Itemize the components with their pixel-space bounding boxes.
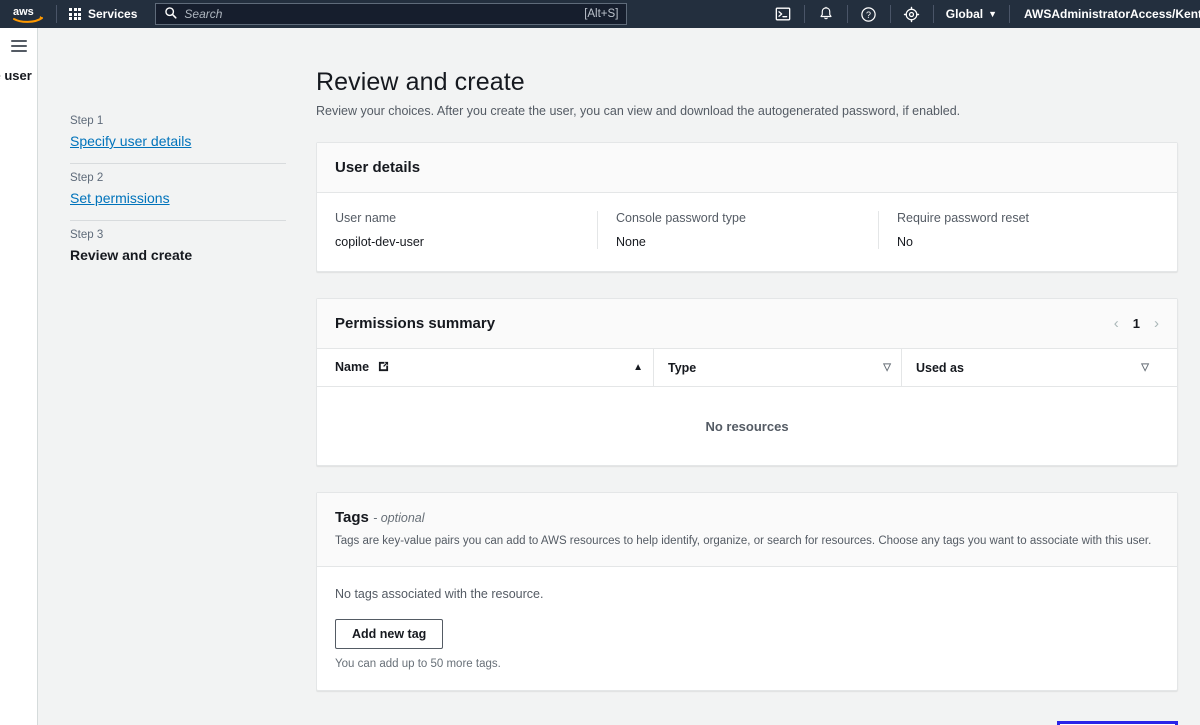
detail-value: copilot-dev-user [335, 235, 424, 249]
detail-user-name: User name copilot-dev-user [335, 211, 597, 249]
aws-logo[interactable]: aws [0, 0, 56, 28]
column-label: Name [335, 360, 370, 374]
tags-body: No tags associated with the resource. Ad… [317, 567, 1177, 690]
global-search-box[interactable]: [Alt+S] [155, 3, 628, 25]
step-2-link[interactable]: Set permissions [70, 190, 286, 206]
permissions-summary-header: Permissions summary ‹ 1 › [317, 299, 1177, 349]
region-selector[interactable]: Global ▼ [934, 0, 1009, 28]
user-details-card: User details User name copilot-dev-user … [316, 142, 1178, 272]
external-link-icon [378, 361, 389, 375]
tags-title: Tags - optional [335, 509, 1159, 526]
column-header-name[interactable]: Name ▲ [335, 349, 653, 387]
tags-card-header: Tags - optional Tags are key-value pairs… [317, 493, 1177, 567]
breadcrumb-item-create-user: Create user [0, 68, 32, 83]
tags-limit-note: You can add up to 50 more tags. [335, 657, 501, 670]
tags-optional-suffix: - optional [373, 511, 425, 525]
account-label: AWSAdministratorAccess/KentarouTa [1024, 7, 1200, 21]
step-3-label: Review and create [70, 247, 193, 263]
detail-label: Require password reset [897, 211, 1030, 225]
step-1-link[interactable]: Specify user details [70, 133, 286, 149]
sort-ascending-icon[interactable]: ▲ [633, 362, 643, 373]
user-details-card-header: User details [317, 143, 1177, 193]
search-shortcut-hint: [Alt+S] [584, 8, 619, 20]
detail-value: None [616, 235, 646, 249]
column-label: Used as [916, 360, 964, 375]
user-details-grid: User name copilot-dev-user Console passw… [317, 193, 1177, 271]
bell-icon[interactable] [805, 0, 847, 28]
pagination-next-icon[interactable]: › [1154, 315, 1159, 332]
chevron-down-icon: ▼ [988, 9, 997, 19]
detail-require-password-reset: Require password reset No [878, 211, 1159, 249]
left-rail [0, 28, 38, 725]
column-label: Type [668, 360, 697, 375]
hamburger-menu-icon[interactable] [10, 40, 27, 725]
step-3-number: Step 3 [70, 229, 104, 241]
step-1-number: Step 1 [70, 115, 104, 127]
search-input[interactable] [184, 7, 578, 21]
search-icon [164, 6, 177, 22]
column-header-used-as[interactable]: Used as ▽ [901, 348, 1159, 387]
grid-icon [69, 8, 81, 20]
cloudshell-icon[interactable] [762, 0, 804, 28]
column-header-type[interactable]: Type ▽ [653, 348, 901, 387]
detail-label: Console password type [616, 211, 746, 225]
top-nav-right-group: ? Global ▼ AWSAdministratorAccess/Ken [762, 0, 1200, 28]
tags-description: Tags are key-value pairs you can add to … [335, 535, 1152, 547]
services-label: Services [88, 7, 138, 21]
services-menu-button[interactable]: Services [57, 0, 149, 28]
tags-card: Tags - optional Tags are key-value pairs… [316, 492, 1178, 691]
main-content: Review and create Review your choices. A… [316, 28, 1200, 725]
sort-none-icon[interactable]: ▽ [883, 362, 891, 373]
step-2-number: Step 2 [70, 172, 104, 184]
add-new-tag-button[interactable]: Add new tag [335, 618, 444, 649]
tags-empty-text: No tags associated with the resource. [335, 586, 544, 601]
detail-label: User name [335, 211, 397, 225]
detail-value: No [897, 235, 913, 249]
svg-text:aws: aws [13, 6, 34, 18]
detail-console-password-type: Console password type None [597, 211, 878, 249]
settings-icon[interactable] [891, 0, 933, 28]
breadcrumb: IAM > Users > Create user [0, 68, 286, 83]
permissions-summary-title: Permissions summary [335, 315, 496, 332]
help-icon[interactable]: ? [848, 0, 890, 28]
sidebar-step-1[interactable]: Step 1 Specify user details [70, 107, 286, 163]
table-pagination: ‹ 1 › [1114, 315, 1159, 332]
svg-text:?: ? [866, 9, 871, 19]
page-description: Review your choices. After you create th… [316, 104, 961, 118]
sidebar-step-2[interactable]: Step 2 Set permissions [70, 164, 286, 220]
permissions-empty-state: No resources [705, 418, 789, 434]
pagination-prev-icon[interactable]: ‹ [1114, 315, 1119, 332]
region-label: Global [945, 7, 984, 21]
create-user-highlight: Create user [1057, 720, 1178, 725]
top-navigation-bar: aws Services [Alt+S] [0, 0, 1200, 28]
account-menu-button[interactable]: AWSAdministratorAccess/KentarouTa [1010, 0, 1200, 28]
tags-title-text: Tags [335, 509, 369, 526]
user-details-title: User details [335, 159, 421, 176]
permissions-summary-card: Permissions summary ‹ 1 › Name ▲ Type ▽ … [316, 298, 1178, 466]
page-title: Review and create [316, 68, 525, 96]
wizard-actions: Cancel Previous Create user [316, 717, 1178, 725]
page-body: IAM > Users > Create user Step 1 Specify… [0, 28, 1200, 725]
wizard-steps-sidebar: IAM > Users > Create user Step 1 Specify… [0, 28, 316, 725]
pagination-page-number[interactable]: 1 [1133, 316, 1140, 331]
sidebar-step-3: Step 3 Review and create [70, 221, 286, 277]
sort-none-icon[interactable]: ▽ [1141, 362, 1149, 373]
permissions-table-header: Name ▲ Type ▽ Used as ▽ [317, 348, 1177, 387]
